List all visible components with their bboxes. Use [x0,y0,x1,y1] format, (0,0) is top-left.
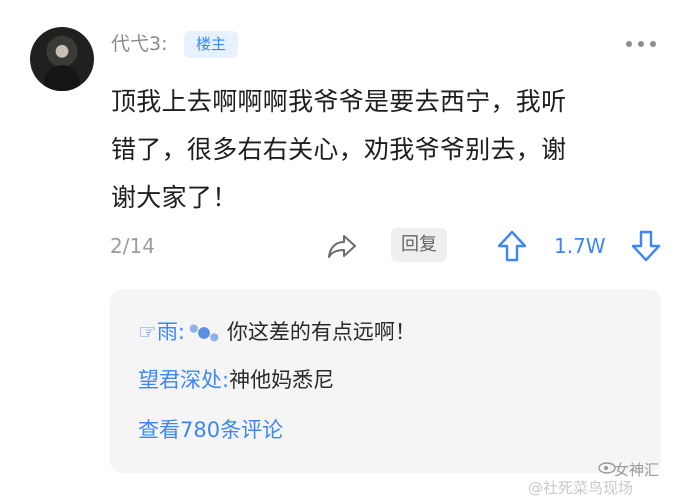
comment-author[interactable]: 望君深处: [138,368,229,392]
avatar[interactable] [30,27,94,91]
downvote-icon[interactable] [630,229,662,263]
comment-preview-box[interactable]: ☞雨: 你这差的有点远啊！ 望君深处:神他妈悉尼 查看780条评论 [110,289,661,473]
emoji-icon [186,322,221,344]
comment-item[interactable]: 望君深处:神他妈悉尼 [138,365,334,395]
reply-button[interactable]: 回复 [391,228,447,262]
post-body: 顶我上去啊啊啊我爷爷是要去西宁，我听 错了，很多右右关心，劝我爷爷别去，谢 谢大… [111,87,567,212]
post-page: 代弋3: 楼主 顶我上去啊啊啊我爷爷是要去西宁，我听 错了，很多右右关心，劝我爷… [0,0,690,500]
comment-item[interactable]: ☞雨: 你这差的有点远啊！ [138,317,416,347]
more-dot [638,41,644,47]
watermark-line: @社死菜鸟现场 [528,479,634,497]
more-dot [650,41,656,47]
watermark-brand: 女神汇 [614,461,660,479]
comment-text: 神他妈悉尼 [229,368,335,392]
more-dot [626,41,632,47]
upvote-count: 1.7W [554,234,606,258]
view-all-comments-link[interactable]: 查看780条评论 [138,415,283,445]
comment-text: 你这差的有点远啊！ [226,320,416,344]
op-badge: 楼主 [184,31,239,58]
share-icon[interactable] [326,230,358,262]
page-indicator: 2/14 [110,234,155,258]
watermark: 女神汇 @社死菜鸟现场 [528,461,659,497]
more-icon[interactable] [626,38,656,50]
upvote-icon[interactable] [496,229,528,263]
comment-author[interactable]: ☞雨: [138,320,185,344]
username[interactable]: 代弋3: [111,32,168,56]
